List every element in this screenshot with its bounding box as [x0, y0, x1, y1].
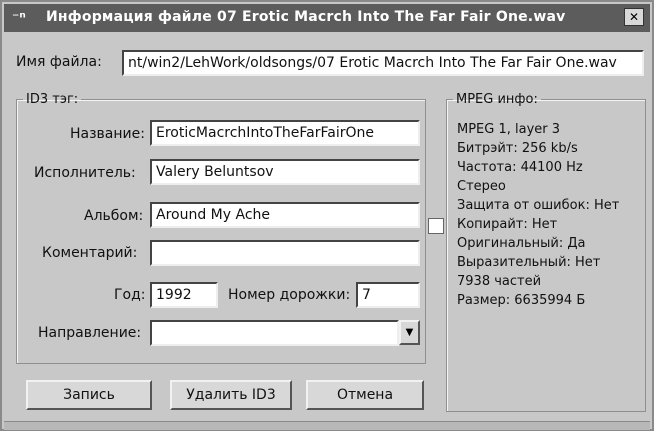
- mpeg-info-line: Стерео: [457, 179, 506, 194]
- file-name-field[interactable]: nt/win2/LehWork/oldsongs/07 Erotic Macrc…: [122, 50, 644, 76]
- mpeg-info-line: Размер: 6635994 Б: [457, 293, 586, 308]
- genre-select[interactable]: [150, 320, 399, 346]
- file-info-window: ⁻ⁿ Информация файле 07 Erotic Macrch Int…: [0, 0, 654, 431]
- write-button[interactable]: Запись: [26, 380, 152, 410]
- artist-field[interactable]: Valery Beluntsov: [150, 159, 420, 185]
- title-bar[interactable]: ⁻ⁿ Информация файле 07 Erotic Macrch Int…: [4, 4, 650, 32]
- chevron-down-icon[interactable]: ▼: [399, 320, 420, 345]
- title-label: Название:: [70, 126, 145, 142]
- small-checkbox[interactable]: [428, 218, 444, 234]
- mpeg-group: MPEG инфо:: [446, 92, 646, 412]
- cancel-button[interactable]: Отмена: [306, 380, 424, 410]
- artist-label: Исполнитель:: [34, 165, 136, 181]
- comment-label: Коментарий:: [42, 245, 138, 261]
- mpeg-info-line: Битрэйт: 256 kb/s: [457, 141, 578, 156]
- mpeg-info-line: MPEG 1, layer 3: [457, 122, 561, 137]
- window-title: Информация файле 07 Erotic Macrch Into T…: [46, 9, 566, 25]
- mpeg-info-line: Выразительный: Нет: [457, 255, 601, 270]
- year-field[interactable]: 1992: [150, 282, 218, 308]
- track-label: Номер дорожки:: [228, 287, 351, 303]
- mpeg-info-line: Оригинальный: Да: [457, 236, 586, 251]
- year-label: Год:: [114, 287, 146, 303]
- file-name-label: Имя файла:: [16, 54, 102, 70]
- mpeg-info-line: Копирайт: Нет: [457, 217, 558, 232]
- mpeg-info-line: Защита от ошибок: Нет: [457, 198, 620, 213]
- track-field[interactable]: 7: [356, 282, 420, 308]
- mpeg-info-line: 7938 частей: [457, 274, 542, 289]
- delete-id3-button[interactable]: Удалить ID3: [170, 380, 292, 410]
- mpeg-info-line: Частота: 44100 Hz: [457, 160, 583, 175]
- window-menu-icon[interactable]: ⁻ⁿ: [12, 10, 26, 26]
- title-field[interactable]: EroticMacrchIntoTheFarFairOne: [150, 120, 420, 146]
- status-bar: [4, 421, 650, 430]
- mpeg-legend: MPEG инфо:: [456, 92, 538, 107]
- genre-label: Направление:: [38, 325, 142, 341]
- album-field[interactable]: Around My Ache: [150, 202, 420, 228]
- close-icon[interactable]: ✕: [624, 8, 644, 26]
- id3-legend: ID3 тэг:: [26, 92, 79, 107]
- comment-field[interactable]: [150, 240, 420, 266]
- album-label: Альбом:: [84, 208, 144, 224]
